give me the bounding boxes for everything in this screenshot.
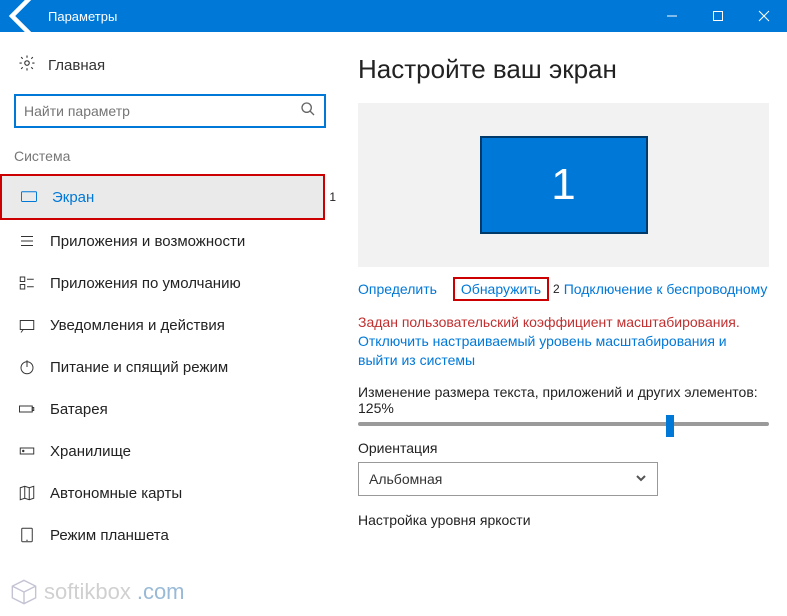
monitor-1[interactable]: 1 [480, 136, 648, 234]
sidebar-item-battery[interactable]: Батарея [0, 388, 340, 430]
sidebar-item-default-apps[interactable]: Приложения по умолчанию [0, 262, 340, 304]
list-icon [18, 232, 36, 250]
sidebar-item-label: Приложения и возможности [50, 233, 245, 250]
annotation-2: 2 [553, 282, 560, 296]
display-icon [20, 188, 38, 206]
battery-icon [18, 400, 36, 418]
chevron-down-icon [635, 471, 647, 487]
sidebar-item-power-sleep[interactable]: Питание и спящий режим [0, 346, 340, 388]
gear-icon [18, 54, 36, 76]
scaling-warning: Задан пользовательский коэффициент масшт… [358, 313, 769, 332]
sidebar-item-label: Батарея [50, 401, 108, 418]
sidebar-item-display[interactable]: Экран [0, 174, 325, 220]
scale-slider[interactable] [358, 422, 769, 426]
title-bar: Параметры [0, 0, 787, 32]
sidebar-item-label: Хранилище [50, 443, 131, 460]
map-icon [18, 484, 36, 502]
power-icon [18, 358, 36, 376]
category-label: Система [0, 144, 340, 174]
minimize-button[interactable] [649, 0, 695, 32]
home-label: Главная [48, 57, 105, 74]
search-icon [300, 101, 316, 122]
orientation-value: Альбомная [369, 471, 442, 487]
sidebar-item-notifications[interactable]: Уведомления и действия [0, 304, 340, 346]
close-button[interactable] [741, 0, 787, 32]
maximize-button[interactable] [695, 0, 741, 32]
notification-icon [18, 316, 36, 334]
detect-link[interactable]: Обнаружить [461, 281, 541, 297]
sidebar-item-label: Приложения по умолчанию [50, 275, 241, 292]
window-title: Параметры [48, 9, 117, 24]
search-input-wrap[interactable] [14, 94, 326, 128]
storage-icon [18, 442, 36, 460]
sidebar-item-tablet-mode[interactable]: Режим планшета [0, 514, 340, 556]
sidebar-item-label: Уведомления и действия [50, 317, 225, 334]
identify-link[interactable]: Определить [358, 281, 437, 297]
slider-thumb[interactable] [666, 415, 674, 437]
signout-link[interactable]: Отключить настраиваемый уровень масштаби… [358, 332, 769, 370]
main-panel: Настройте ваш экран 1 Определить Обнаруж… [340, 32, 787, 616]
scale-label: Изменение размера текста, приложений и д… [358, 384, 769, 416]
orientation-select[interactable]: Альбомная [358, 462, 658, 496]
sidebar: Главная Система Экран 1 Приложения и воз… [0, 32, 340, 616]
page-title: Настройте ваш экран [358, 54, 769, 85]
monitor-label: 1 [551, 160, 575, 210]
home-link[interactable]: Главная [0, 50, 340, 88]
sidebar-item-label: Экран [52, 189, 94, 206]
display-preview-area[interactable]: 1 [358, 103, 769, 267]
defaults-icon [18, 274, 36, 292]
sidebar-item-storage[interactable]: Хранилище [0, 430, 340, 472]
wireless-link[interactable]: Подключение к беспроводному [564, 281, 768, 297]
sidebar-item-apps-features[interactable]: Приложения и возможности [0, 220, 340, 262]
back-button[interactable] [0, 0, 48, 32]
annotation-1: 1 [329, 190, 336, 204]
sidebar-item-label: Режим планшета [50, 527, 169, 544]
sidebar-item-label: Автономные карты [50, 485, 182, 502]
sidebar-item-offline-maps[interactable]: Автономные карты [0, 472, 340, 514]
search-input[interactable] [24, 103, 300, 119]
brightness-label: Настройка уровня яркости [358, 512, 769, 528]
orientation-label: Ориентация [358, 440, 769, 456]
sidebar-item-label: Питание и спящий режим [50, 359, 228, 376]
tablet-icon [18, 526, 36, 544]
